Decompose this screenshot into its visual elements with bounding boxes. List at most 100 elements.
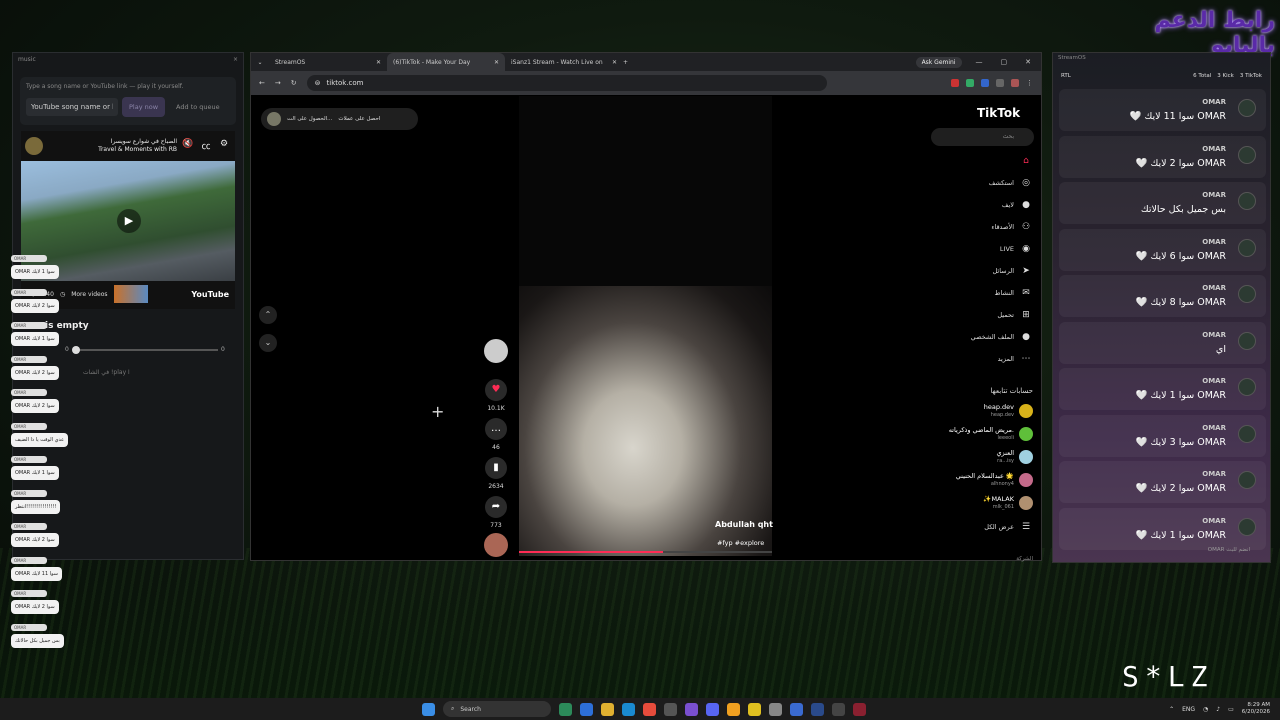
avatar[interactable] [1238,145,1256,164]
tab-tiktok[interactable]: (6)TikTok - Make Your Day ✕ [387,53,505,71]
following-item[interactable]: مريض الماضي وذكرياته. leeeoli [901,425,1033,443]
following-item[interactable]: heap.dev heap.dev [901,402,1033,420]
close-window-icon[interactable]: ✕ [1025,58,1031,66]
extension-icon[interactable] [981,79,989,87]
extension-icon[interactable] [951,79,959,87]
sidebar-item-0[interactable]: ⌂ [941,154,1033,168]
avatar[interactable] [1238,285,1256,303]
menu-icon[interactable]: ⋮ [1026,79,1033,87]
tab-kick[interactable]: iSanz1 Stream - Watch Live on ✕ [505,53,623,71]
avatar[interactable] [1019,496,1033,510]
video-tags[interactable]: #fyp #explore [717,539,764,547]
avatar[interactable] [1019,473,1033,487]
start-icon[interactable] [422,702,435,716]
close-icon[interactable]: ✕ [376,59,381,66]
app-icon[interactable] [769,702,782,716]
avatar[interactable] [1011,79,1019,87]
avatar[interactable] [267,112,281,126]
channel-avatar[interactable] [25,137,43,155]
extension-icon[interactable] [966,79,974,87]
sidebar-item-2[interactable]: لايف ● [941,198,1033,212]
add-to-queue-button[interactable]: Add to queue [169,97,227,117]
search-input[interactable]: بحث [931,128,1034,146]
extension-icon[interactable] [996,79,1004,87]
forward-icon[interactable]: → [275,79,281,87]
sidebar-item-9[interactable]: المزيد ⋯ [941,352,1033,366]
tab-search-icon[interactable]: ⌄ [251,59,269,66]
site-info-icon[interactable]: ⊜ [315,79,321,87]
seek-knob[interactable] [72,346,80,354]
maximize-icon[interactable]: ▢ [1001,58,1008,66]
app-icon[interactable] [580,702,593,716]
video-progress[interactable] [519,551,772,553]
taskbar-search[interactable]: ⌕ Search [443,701,551,717]
clock[interactable]: 8:29 AM 6/20/2026 [1242,702,1270,716]
sidebar-item-6[interactable]: النشاط ✉ [941,286,1033,300]
company-link[interactable]: الشركة [941,552,1033,566]
url-field[interactable]: ⊜ tiktok.com [306,75,827,91]
play-now-button[interactable]: Play now [122,97,166,117]
get-coins-link[interactable]: احصل على عملات [338,116,380,122]
like-icon[interactable]: ♥ [485,379,507,401]
get-app-link[interactable]: الحصول على الت... [287,116,332,122]
sidebar-item-8[interactable]: الملف الشخصي ● [941,330,1033,344]
volume-icon[interactable]: ♪ [1216,706,1220,713]
avatar[interactable] [1238,192,1256,210]
mute-icon[interactable]: 🔇 [181,139,195,153]
coins-pill[interactable]: الحصول على الت... احصل على عملات [261,108,418,130]
chrome-icon[interactable] [643,702,656,716]
discord-icon[interactable] [706,702,719,716]
avatar[interactable] [1238,424,1256,443]
app-icon[interactable] [811,702,824,716]
app-icon[interactable] [748,702,761,716]
reload-icon[interactable]: ↻ [291,79,297,87]
following-item[interactable]: ✨MALAK mlk_061 [901,494,1033,512]
language[interactable]: ENG [1182,706,1195,713]
clock-icon[interactable]: ◷ [60,291,65,298]
rtl-toggle[interactable]: RTL [1061,73,1071,79]
app-icon[interactable] [832,702,845,716]
bookmark-icon[interactable]: ▮ [485,457,507,479]
sidebar-item-7[interactable]: تحميل ⊞ [941,308,1033,322]
app-icon[interactable] [664,702,677,716]
avatar[interactable] [1238,517,1256,536]
song-input[interactable] [26,98,118,116]
sidebar-item-1[interactable]: استكشف ◎ [941,176,1033,190]
show-all-link[interactable]: عرض الكل ☰ [941,520,1033,534]
close-icon[interactable]: ✕ [612,59,617,66]
youtube-embed[interactable]: الصباح في شوارع سويسرا Travel & Moments w… [21,131,235,309]
following-item[interactable]: العنزي ra...isy [901,448,1033,466]
video-title[interactable]: الصباح في شوارع سويسرا [111,138,177,145]
share-icon[interactable]: ➦ [485,496,507,518]
chevron-up-icon[interactable]: ⌃ [1169,706,1174,713]
wifi-icon[interactable]: ◔ [1203,706,1208,713]
sidebar-item-3[interactable]: الأصدقاء ⚇ [941,220,1033,234]
avatar[interactable] [1019,450,1033,464]
video-thumbnail[interactable]: ▶ [21,161,235,281]
app-icon[interactable] [853,702,866,716]
avatar[interactable] [1019,404,1033,418]
sidebar-item-4[interactable]: LIVE ◉ [941,242,1033,256]
tab-streamos[interactable]: StreamOS ✕ [269,53,387,71]
youtube-logo[interactable]: YouTube [191,290,229,299]
folder-icon[interactable] [601,702,614,716]
video-author[interactable]: Abdullah qht [715,520,773,529]
chevron-down-icon[interactable]: ⌄ [259,334,277,352]
avatar[interactable] [1019,427,1033,441]
tiktok-logo[interactable]: TikTok [977,106,1020,120]
creator-avatar[interactable] [483,339,509,363]
minimize-icon[interactable]: — [976,58,983,66]
app-icon[interactable] [685,702,698,716]
avatar[interactable] [1238,99,1256,117]
avatar[interactable] [1238,238,1256,257]
play-icon[interactable]: ▶ [117,209,141,233]
avatar[interactable] [1238,331,1256,350]
music-disc[interactable] [483,533,509,557]
following-item[interactable]: عبدالسلام الحنيني 🌟 alhnony4 [901,471,1033,489]
seek-slider[interactable] [77,349,218,351]
edge-icon[interactable] [622,702,635,716]
close-icon[interactable]: × [233,56,238,64]
app-icon[interactable] [727,702,740,716]
sidebar-item-5[interactable]: الرسائل ➤ [941,264,1033,278]
app-icon[interactable] [559,702,572,716]
